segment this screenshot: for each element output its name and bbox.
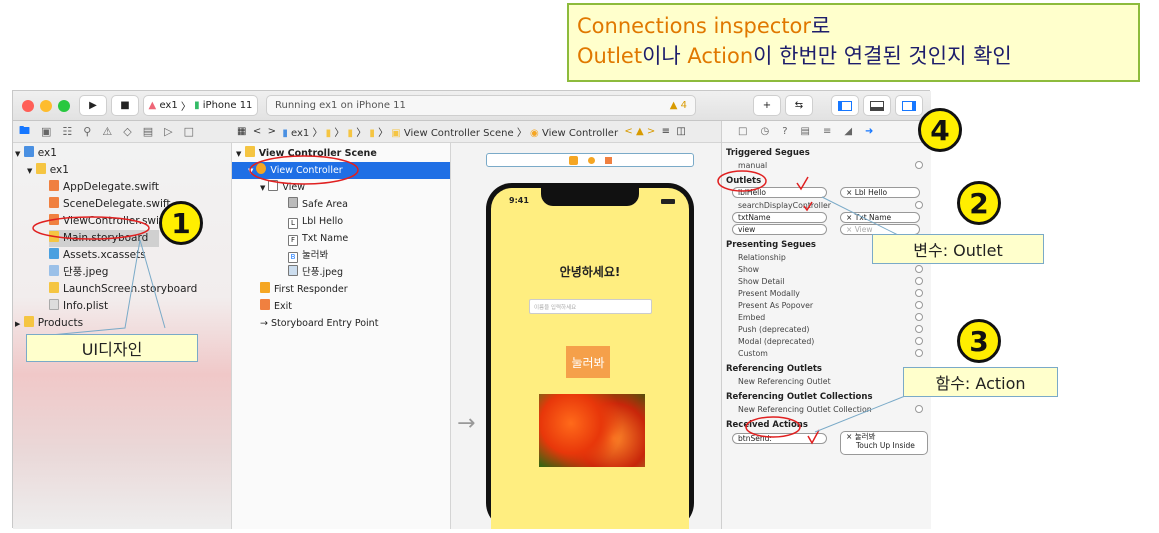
red-highlight (745, 416, 801, 438)
step-marker-4: 4 (918, 108, 962, 152)
check-mark-icon (803, 201, 813, 212)
callout-leader (814, 391, 916, 433)
check-mark-icon (796, 176, 809, 191)
red-highlight (249, 155, 359, 185)
annotation-overlay (32, 155, 916, 445)
callout-leader (821, 196, 901, 237)
step-marker-1: 1 (159, 201, 203, 245)
callout-outlet: 변수: Outlet (872, 234, 1044, 264)
step-marker-3: 3 (957, 319, 1001, 363)
callout-leader (139, 239, 166, 329)
red-highlight (32, 216, 150, 240)
callout-action: 함수: Action (903, 367, 1058, 397)
callout-leader (39, 239, 141, 337)
check-mark-icon (807, 429, 820, 445)
red-highlight (717, 170, 767, 192)
step-marker-2: 2 (957, 181, 1001, 225)
callout-ui-design: UI디자인 (26, 334, 198, 362)
